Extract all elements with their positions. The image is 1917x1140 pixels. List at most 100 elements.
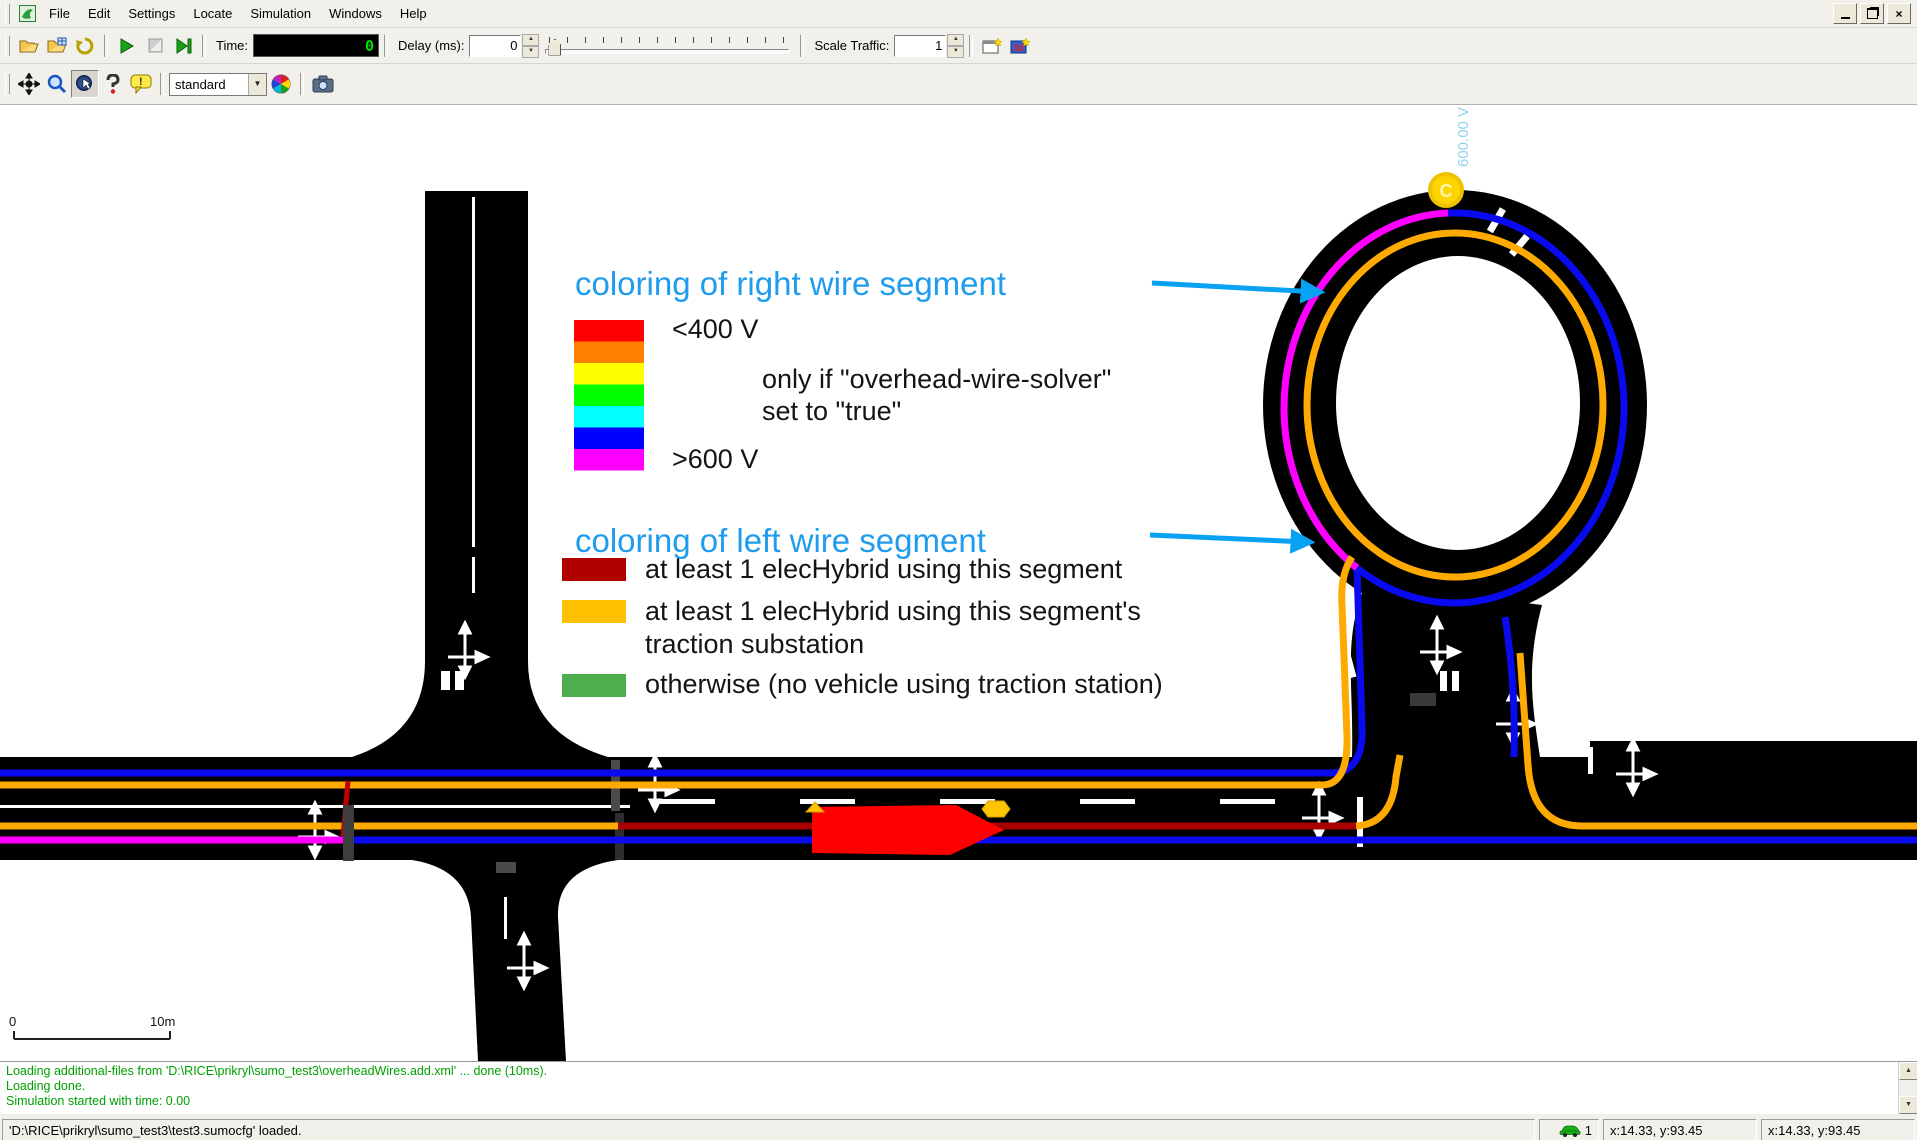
menu-simulation[interactable]: Simulation	[241, 3, 320, 24]
new-3d-view-button[interactable]: 3D	[1006, 32, 1034, 60]
delay-slider[interactable]	[543, 33, 791, 59]
menu-file[interactable]: File	[40, 3, 79, 24]
zoom-select-button[interactable]	[71, 70, 99, 98]
stop-button[interactable]	[141, 32, 169, 60]
step-button[interactable]	[169, 32, 197, 60]
window-controls: ×	[1833, 3, 1914, 24]
toolbar-grip[interactable]	[5, 36, 10, 56]
restore-button[interactable]	[1860, 3, 1884, 24]
scroll-up-button[interactable]: ▲	[1899, 1062, 1917, 1080]
mouse-coords-panel-2: x:14.33, y:93.45	[1761, 1119, 1915, 1140]
detector-bar	[343, 805, 354, 861]
toolbar-separator	[104, 35, 108, 57]
message-line: Simulation started with time: 0.00	[6, 1094, 1911, 1109]
new-view-button[interactable]	[978, 32, 1006, 60]
delay-spinner: 0 ▲ ▼	[469, 34, 539, 58]
scale-spin-up[interactable]: ▲	[947, 34, 964, 46]
toolbar-grip[interactable]	[5, 74, 10, 94]
color-scheme-value: standard	[170, 76, 248, 93]
new-view-icon	[982, 37, 1002, 55]
legend-label-substation-in-use-2: traction substation	[645, 629, 864, 659]
scale-traffic-input[interactable]: 1	[894, 35, 946, 57]
magnifier-cursor-icon	[75, 74, 95, 94]
voltage-scale-top-label: <400 V	[672, 314, 758, 344]
tooltip-bubble-icon: !	[130, 74, 152, 94]
menu-help[interactable]: Help	[391, 3, 436, 24]
menu-windows[interactable]: Windows	[320, 3, 391, 24]
color-wheel-icon	[271, 74, 291, 94]
delay-spin-up[interactable]: ▲	[522, 34, 539, 46]
toolbar-separator	[202, 35, 206, 57]
message-window: Loading additional-files from 'D:\RICE\p…	[0, 1061, 1917, 1114]
delay-input[interactable]: 0	[469, 35, 521, 57]
toolbar-grip[interactable]	[5, 4, 10, 24]
network-view: C 600.00 V coloring of right wire segmen…	[0, 105, 1917, 1061]
vertical-road-north	[352, 191, 608, 757]
voltage-scale-swatch	[574, 406, 644, 428]
scale-bar-start: 0	[9, 1014, 16, 1029]
color-scheme-select[interactable]: standard ▼	[169, 73, 267, 96]
toolbar-separator	[300, 73, 304, 95]
chevron-down-icon[interactable]: ▼	[248, 74, 266, 95]
camera-icon	[312, 75, 334, 93]
message-scrollbar[interactable]: ▲ ▼	[1898, 1062, 1917, 1114]
close-icon: ×	[1895, 7, 1902, 21]
legend-swatch-substation-in-use	[562, 600, 626, 623]
voltage-scale: <400 V >600 V	[574, 314, 758, 474]
scroll-down-button[interactable]: ▼	[1899, 1096, 1917, 1114]
voltage-scale-swatch	[574, 320, 644, 342]
loaded-config-status: 'D:\RICE\prikryl\sumo_test3\test3.sumocf…	[2, 1119, 1535, 1140]
time-display: 0	[253, 34, 379, 57]
edit-viewport-button[interactable]	[99, 70, 127, 98]
new-3d-view-icon: 3D	[1010, 37, 1030, 55]
zoom-button[interactable]	[43, 70, 71, 98]
pantograph-front-marker	[982, 801, 1010, 817]
message-line: Loading additional-files from 'D:\RICE\p…	[6, 1064, 1911, 1079]
vertical-road-south	[412, 860, 618, 1061]
show-tooltips-button[interactable]: !	[127, 70, 155, 98]
reload-button[interactable]	[71, 32, 99, 60]
step-icon	[175, 38, 192, 54]
minimize-button[interactable]	[1833, 3, 1857, 24]
delay-spin-down[interactable]: ▼	[522, 46, 539, 58]
run-button[interactable]	[113, 32, 141, 60]
menu-settings[interactable]: Settings	[119, 3, 184, 24]
substation-glyph: C	[1440, 181, 1453, 201]
toolbar-separator	[969, 35, 973, 57]
svg-text:!: !	[139, 76, 143, 88]
voltage-scale-swatch	[574, 342, 644, 364]
open-folder-network-icon	[47, 37, 67, 54]
sumo-gui-window: File Edit Settings Locate Simulation Win…	[0, 0, 1917, 1140]
open-network-button[interactable]	[43, 32, 71, 60]
delay-label: Delay (ms):	[393, 38, 469, 53]
open-folder-icon	[19, 38, 39, 54]
scale-traffic-label: Scale Traffic:	[809, 38, 894, 53]
voltage-scale-swatch	[574, 363, 644, 385]
stop-icon	[148, 38, 163, 53]
toolbar-separator	[160, 73, 164, 95]
menu-bar: File Edit Settings Locate Simulation Win…	[0, 0, 1917, 28]
close-button[interactable]: ×	[1887, 3, 1911, 24]
voltage-scale-swatch	[574, 428, 644, 450]
scale-traffic-spinner: 1 ▲ ▼	[894, 34, 964, 58]
status-bar: 'D:\RICE\prikryl\sumo_test3\test3.sumocf…	[0, 1114, 1917, 1140]
reload-icon	[76, 37, 94, 55]
legend-swatch-in-use	[562, 558, 626, 581]
scale-spin-down[interactable]: ▼	[947, 46, 964, 58]
loop-road-hole	[1336, 256, 1580, 550]
menu-edit[interactable]: Edit	[79, 3, 119, 24]
scale-bar: 0 10m	[9, 1014, 175, 1039]
open-config-button[interactable]	[15, 32, 43, 60]
simulation-canvas[interactable]: C 600.00 V coloring of right wire segmen…	[0, 105, 1917, 1061]
restore-icon	[1867, 8, 1878, 19]
recenter-view-button[interactable]	[15, 70, 43, 98]
edit-coloring-button[interactable]	[267, 70, 295, 98]
question-mark-icon	[104, 74, 122, 94]
snapshot-button[interactable]	[309, 70, 337, 98]
voltage-scale-swatch	[574, 449, 644, 471]
menu-locate[interactable]: Locate	[184, 3, 241, 24]
left-wire-legend: at least 1 elecHybrid using this segment…	[562, 554, 1163, 699]
simulation-toolbar: Time: 0 Delay (ms): 0 ▲ ▼ Scale Traffic:…	[0, 28, 1917, 64]
view-toolbar: ! standard ▼	[0, 64, 1917, 105]
substation-voltage-label: 600.00 V	[1455, 107, 1472, 167]
